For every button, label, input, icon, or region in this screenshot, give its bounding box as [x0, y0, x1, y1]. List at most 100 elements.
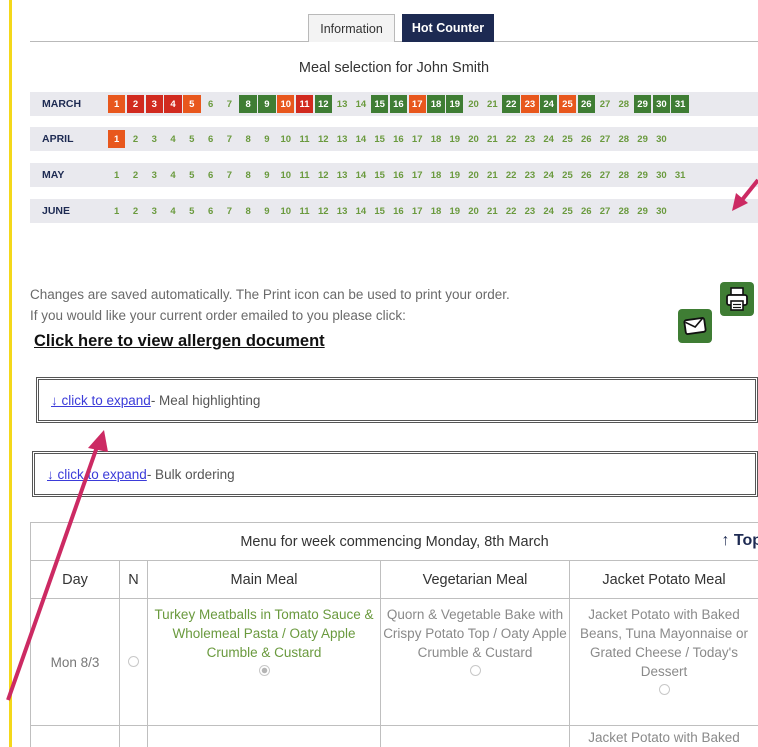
jacket-potato-meal-radio[interactable]: [658, 684, 670, 695]
back-to-top-link[interactable]: ↑ Top: [721, 532, 758, 550]
calendar-day[interactable]: 27: [596, 95, 613, 113]
calendar-day[interactable]: 27: [596, 202, 613, 220]
print-button[interactable]: [720, 282, 754, 316]
calendar-day[interactable]: 5: [183, 166, 200, 184]
calendar-day[interactable]: 25: [558, 95, 577, 113]
calendar-day[interactable]: 3: [146, 202, 163, 220]
calendar-day[interactable]: 7: [221, 95, 238, 113]
calendar-day[interactable]: 21: [484, 166, 501, 184]
calendar-day[interactable]: 15: [371, 130, 388, 148]
calendar-day[interactable]: 7: [221, 166, 238, 184]
calendar-day[interactable]: 10: [277, 95, 295, 113]
calendar-day[interactable]: 4: [164, 166, 181, 184]
calendar-day[interactable]: 28: [615, 130, 632, 148]
calendar-day[interactable]: 25: [559, 130, 576, 148]
vegetarian-meal-radio[interactable]: [469, 665, 481, 676]
calendar-day[interactable]: 16: [389, 95, 408, 113]
calendar-day[interactable]: 2: [127, 166, 144, 184]
calendar-day[interactable]: 26: [578, 130, 595, 148]
meal-highlighting-expand-link[interactable]: ↓ click to expand: [51, 393, 151, 408]
calendar-day[interactable]: 11: [296, 130, 313, 148]
calendar-day[interactable]: 4: [164, 202, 181, 220]
calendar-day[interactable]: 30: [653, 202, 670, 220]
calendar-day[interactable]: 29: [634, 130, 651, 148]
calendar-day[interactable]: 3: [146, 166, 163, 184]
calendar-day[interactable]: 26: [578, 166, 595, 184]
calendar-day[interactable]: 22: [502, 202, 519, 220]
calendar-day[interactable]: 23: [521, 166, 538, 184]
calendar-day[interactable]: 5: [183, 202, 200, 220]
calendar-day[interactable]: 18: [427, 166, 444, 184]
calendar-day[interactable]: 11: [295, 95, 314, 113]
calendar-day[interactable]: 13: [333, 202, 350, 220]
calendar-day[interactable]: 8: [239, 202, 256, 220]
calendar-day[interactable]: 31: [671, 95, 689, 113]
calendar-day[interactable]: 18: [427, 130, 444, 148]
calendar-day[interactable]: 27: [596, 166, 613, 184]
calendar-day[interactable]: 12: [315, 202, 332, 220]
calendar-day[interactable]: 29: [634, 202, 651, 220]
calendar-day[interactable]: 12: [315, 130, 332, 148]
calendar-day[interactable]: 26: [577, 95, 595, 113]
calendar-day[interactable]: 8: [239, 166, 256, 184]
calendar-day[interactable]: 17: [409, 130, 426, 148]
main-meal-radio[interactable]: [258, 665, 270, 676]
calendar-day[interactable]: 21: [484, 130, 501, 148]
calendar-day[interactable]: 13: [333, 130, 350, 148]
calendar-day[interactable]: 30: [653, 166, 670, 184]
calendar-day[interactable]: 16: [390, 202, 407, 220]
calendar-day[interactable]: 29: [633, 95, 652, 113]
calendar-day[interactable]: 20: [465, 95, 482, 113]
calendar-day[interactable]: 27: [596, 130, 613, 148]
calendar-day[interactable]: 18: [427, 202, 444, 220]
calendar-day[interactable]: 16: [390, 130, 407, 148]
calendar-day[interactable]: 2: [127, 202, 144, 220]
calendar-day[interactable]: 19: [446, 166, 463, 184]
calendar-day[interactable]: 2: [127, 130, 144, 148]
calendar-day[interactable]: 23: [521, 95, 539, 113]
calendar-day[interactable]: 1: [108, 95, 126, 113]
calendar-day[interactable]: 23: [521, 130, 538, 148]
calendar-day[interactable]: 26: [578, 202, 595, 220]
calendar-day[interactable]: 18: [427, 95, 445, 113]
calendar-day[interactable]: 1: [108, 130, 126, 148]
calendar-day[interactable]: 14: [352, 95, 369, 113]
calendar-day[interactable]: 31: [671, 166, 688, 184]
calendar-day[interactable]: 17: [408, 95, 426, 113]
calendar-day[interactable]: 1: [108, 202, 125, 220]
calendar-day[interactable]: 8: [239, 95, 257, 113]
calendar-day[interactable]: 6: [202, 95, 219, 113]
calendar-day[interactable]: 14: [352, 130, 369, 148]
calendar-day[interactable]: 10: [277, 202, 294, 220]
calendar-day[interactable]: 22: [502, 166, 519, 184]
calendar-day[interactable]: 19: [446, 95, 464, 113]
calendar-day[interactable]: 28: [615, 202, 632, 220]
calendar-day[interactable]: 14: [352, 166, 369, 184]
calendar-day[interactable]: 5: [183, 95, 201, 113]
calendar-day[interactable]: 9: [258, 202, 275, 220]
calendar-day[interactable]: 15: [370, 95, 389, 113]
calendar-day[interactable]: 3: [145, 95, 163, 113]
calendar-day[interactable]: 13: [333, 166, 350, 184]
calendar-day[interactable]: 6: [202, 130, 219, 148]
calendar-day[interactable]: 10: [277, 166, 294, 184]
calendar-day[interactable]: 15: [371, 202, 388, 220]
calendar-day[interactable]: 30: [653, 130, 670, 148]
calendar-day[interactable]: 9: [258, 95, 276, 113]
calendar-day[interactable]: 15: [371, 166, 388, 184]
calendar-day[interactable]: 21: [484, 202, 501, 220]
calendar-day[interactable]: 24: [540, 202, 557, 220]
calendar-day[interactable]: 28: [615, 95, 632, 113]
calendar-day[interactable]: 14: [352, 202, 369, 220]
tab-hot-counter[interactable]: Hot Counter: [402, 14, 494, 42]
calendar-day[interactable]: 28: [615, 166, 632, 184]
email-button[interactable]: [678, 309, 712, 343]
calendar-day[interactable]: 17: [409, 202, 426, 220]
calendar-day[interactable]: 19: [446, 130, 463, 148]
calendar-day[interactable]: 1: [108, 166, 125, 184]
calendar-day[interactable]: 16: [390, 166, 407, 184]
calendar-day[interactable]: 12: [315, 166, 332, 184]
calendar-day[interactable]: 7: [221, 130, 238, 148]
calendar-day[interactable]: 6: [202, 166, 219, 184]
calendar-day[interactable]: 13: [333, 95, 350, 113]
